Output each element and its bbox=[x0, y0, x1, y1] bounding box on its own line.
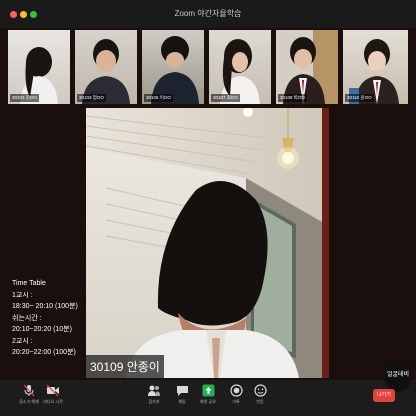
time-table-line: 20:10~20:20 (10분) bbox=[12, 326, 72, 333]
participant-tile[interactable]: 30110 윤OO bbox=[343, 30, 408, 104]
window-titlebar: Zoom 야간자율학습 bbox=[0, 0, 416, 28]
share-screen-button-label: 화면 공유 bbox=[200, 399, 216, 404]
participant-name: 30108 박OO bbox=[278, 94, 307, 102]
self-view-thumbnail[interactable]: 얼굴테비 bbox=[384, 360, 412, 392]
time-table-line: 18:30~ 20:10 (100분) bbox=[12, 303, 78, 310]
time-table-line: 1교시 : bbox=[12, 291, 33, 299]
leave-button[interactable]: 나가기 bbox=[373, 389, 395, 402]
active-speaker-name: 30109 안종이 bbox=[86, 355, 164, 378]
video-camera-icon bbox=[46, 384, 59, 397]
record-icon bbox=[229, 384, 243, 397]
chat-button[interactable]: 채팅 bbox=[168, 384, 196, 405]
reactions-button-label: 반응 bbox=[256, 399, 264, 404]
participant-tile[interactable]: 30103 정OO bbox=[75, 30, 137, 104]
time-table-line: 20:20~22:00 (100분) bbox=[12, 349, 76, 356]
share-screen-button[interactable]: 화면 공유 bbox=[194, 384, 222, 405]
participant-name: 30107 최OO bbox=[211, 94, 240, 102]
chat-icon bbox=[176, 386, 188, 396]
chat-button-label: 채팅 bbox=[178, 399, 186, 404]
participant-name: 30102 김OO bbox=[10, 94, 39, 102]
participants-icon bbox=[148, 385, 160, 396]
active-speaker-video[interactable]: 30109 안종이 bbox=[86, 108, 329, 378]
participant-name: 30105 이OO bbox=[144, 94, 173, 102]
participant-name: 30103 정OO bbox=[77, 94, 106, 102]
video-button-label: 비디오 시작 bbox=[43, 399, 63, 404]
participant-tile[interactable]: 30108 박OO bbox=[276, 30, 338, 104]
active-speaker-scene bbox=[86, 108, 329, 378]
share-screen-icon bbox=[202, 384, 214, 397]
video-button[interactable]: 비디오 시작 bbox=[38, 384, 68, 405]
participants-button[interactable]: 참가자 bbox=[140, 384, 168, 405]
microphone-icon bbox=[23, 384, 35, 397]
participant-name: 30110 윤OO bbox=[345, 94, 374, 102]
self-view-label: 얼굴테비 bbox=[386, 372, 410, 378]
meeting-toolbar: 음소거 해제 비디오 시작 참가자 채팅 화면 공유 기록 반응 bbox=[0, 380, 416, 416]
participant-tile[interactable]: 30105 이OO bbox=[142, 30, 204, 104]
participants-button-label: 참가자 bbox=[148, 399, 160, 404]
reactions-button[interactable]: 반응 bbox=[246, 384, 274, 405]
time-table-title: Time Table bbox=[12, 280, 46, 287]
time-table-line: 2교시 : bbox=[12, 337, 33, 345]
time-table-line: 쉬는시간 : bbox=[12, 314, 42, 322]
window-title: Zoom 야간자율학습 bbox=[174, 9, 242, 18]
participant-gallery: 30102 김OO 30103 정OO 30105 이OO 30107 최OO bbox=[8, 30, 408, 104]
smiley-icon bbox=[253, 384, 267, 397]
time-table: Time Table 1교시 : 18:30~ 20:10 (100분) 쉬는시… bbox=[12, 278, 84, 359]
participant-tile[interactable]: 30102 김OO bbox=[8, 30, 70, 104]
participant-tile[interactable]: 30107 최OO bbox=[209, 30, 271, 104]
